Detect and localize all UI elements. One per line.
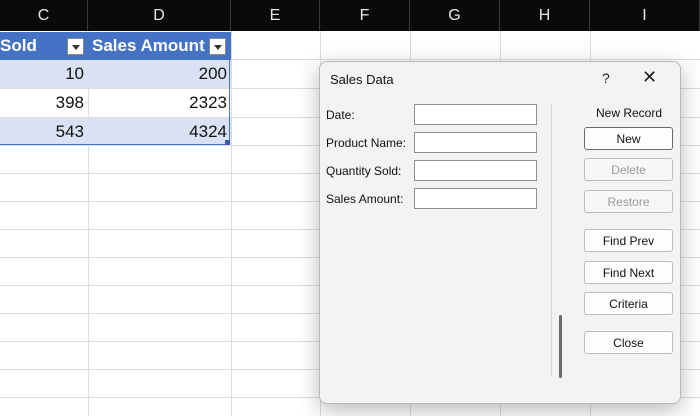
date-label: Date: (326, 108, 355, 122)
filter-dropdown-icon[interactable] (208, 37, 226, 55)
new-button[interactable]: New (584, 127, 673, 150)
quantity-sold-field[interactable] (414, 160, 537, 181)
dialog-title: Sales Data (330, 72, 394, 87)
close-icon[interactable]: ✕ (642, 68, 657, 86)
delete-button[interactable]: Delete (584, 158, 673, 181)
table-cell[interactable]: 10 (0, 60, 88, 88)
record-scrollbar[interactable] (559, 315, 562, 378)
divider (551, 104, 552, 376)
product-name-field[interactable] (414, 132, 537, 153)
column-header-c[interactable]: C (0, 0, 88, 31)
table-cell[interactable]: 2323 (88, 89, 231, 117)
column-header-i[interactable]: I (590, 0, 700, 31)
table-resize-handle[interactable] (225, 140, 230, 145)
quantity-sold-label: Quantity Sold: (326, 164, 402, 178)
column-header-d[interactable]: D (88, 0, 231, 31)
find-prev-button[interactable]: Find Prev (584, 229, 673, 252)
find-next-button[interactable]: Find Next (584, 261, 673, 284)
filter-dropdown-icon[interactable] (66, 37, 84, 55)
column-header-e[interactable]: E (231, 0, 320, 31)
column-header-f[interactable]: F (320, 0, 410, 31)
table-header-label: Sold (0, 36, 37, 55)
restore-button[interactable]: Restore (584, 190, 673, 213)
help-icon[interactable]: ? (602, 70, 610, 86)
date-field[interactable] (414, 104, 537, 125)
close-button[interactable]: Close (584, 331, 673, 354)
column-header-g[interactable]: G (410, 0, 500, 31)
table-cell[interactable]: 200 (88, 60, 231, 88)
product-name-label: Product Name: (326, 136, 407, 150)
record-status: New Record (595, 106, 663, 120)
table-header-quantity-sold[interactable]: Sold (0, 32, 88, 60)
sales-amount-field[interactable] (414, 188, 537, 209)
sales-amount-label: Sales Amount: (326, 192, 404, 206)
table-header-sales-amount[interactable]: Sales Amount (88, 32, 231, 60)
column-header-h[interactable]: H (500, 0, 590, 31)
table-cell[interactable]: 398 (0, 89, 88, 117)
data-form-dialog: Sales Data ? ✕ Date: Product Name: Quant… (319, 61, 681, 404)
table-header-label: Sales Amount (92, 36, 205, 55)
table-cell[interactable]: 543 (0, 118, 88, 146)
table-cell[interactable]: 4324 (88, 118, 231, 146)
criteria-button[interactable]: Criteria (584, 292, 673, 315)
